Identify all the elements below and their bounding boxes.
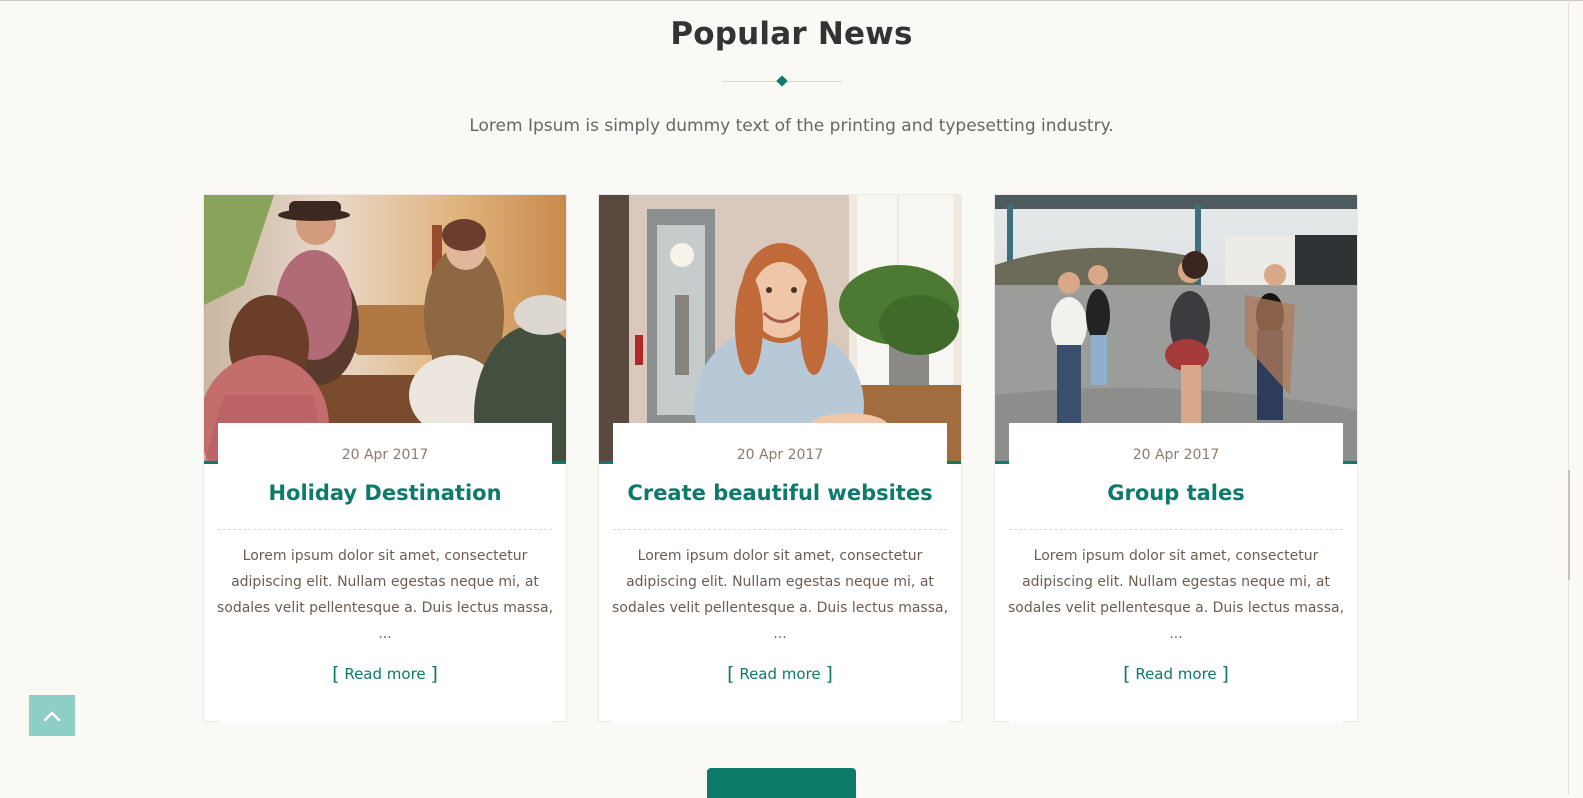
bracket-left: [ — [1123, 663, 1131, 685]
news-date: 20 Apr 2017 — [736, 447, 824, 463]
back-to-top-button[interactable] — [29, 695, 75, 736]
news-excerpt: Lorem ipsum dolor sit amet, consectetur … — [1007, 548, 1345, 642]
read-more-link[interactable]: [ Read more ] — [218, 663, 552, 685]
news-date: 20 Apr 2017 — [341, 447, 429, 463]
bracket-right: ] — [1221, 663, 1229, 685]
news-card-body: 20 Apr 2017 Create beautiful websites Lo… — [612, 423, 948, 723]
diamond-icon — [776, 75, 788, 87]
dashed-divider — [613, 529, 947, 530]
read-more-label[interactable]: Read more — [739, 665, 820, 683]
news-title[interactable]: Group tales — [1009, 481, 1343, 505]
news-date: 20 Apr 2017 — [1132, 447, 1220, 463]
scrollbar-thumb[interactable] — [1568, 470, 1570, 580]
chevron-up-icon — [43, 711, 61, 722]
news-title[interactable]: Holiday Destination — [218, 481, 552, 505]
news-card: 20 Apr 2017 Create beautiful websites Lo… — [598, 194, 962, 723]
news-excerpt: Lorem ipsum dolor sit amet, consectetur … — [611, 548, 949, 642]
bracket-left: [ — [332, 663, 340, 685]
news-title[interactable]: Create beautiful websites — [613, 481, 947, 505]
dashed-divider — [1009, 529, 1343, 530]
news-card-body: 20 Apr 2017 Holiday Destination Lorem ip… — [217, 423, 553, 723]
news-excerpt: Lorem ipsum dolor sit amet, consectetur … — [216, 548, 554, 642]
dashed-divider — [218, 529, 552, 530]
section-title: Popular News — [670, 16, 913, 52]
view-all-button[interactable] — [707, 768, 856, 798]
bracket-right: ] — [430, 663, 438, 685]
read-more-label[interactable]: Read more — [344, 665, 425, 683]
news-card-body: 20 Apr 2017 Group tales Lorem ipsum dolo… — [1008, 423, 1344, 723]
bracket-right: ] — [825, 663, 833, 685]
read-more-link[interactable]: [ Read more ] — [613, 663, 947, 685]
section-subtitle: Lorem Ipsum is simply dummy text of the … — [469, 116, 1114, 136]
top-border — [0, 0, 1583, 1]
news-card: 20 Apr 2017 Group tales Lorem ipsum dolo… — [994, 194, 1358, 723]
news-card: 20 Apr 2017 Holiday Destination Lorem ip… — [203, 194, 567, 723]
read-more-link[interactable]: [ Read more ] — [1009, 663, 1343, 685]
read-more-label[interactable]: Read more — [1135, 665, 1216, 683]
bracket-left: [ — [727, 663, 735, 685]
